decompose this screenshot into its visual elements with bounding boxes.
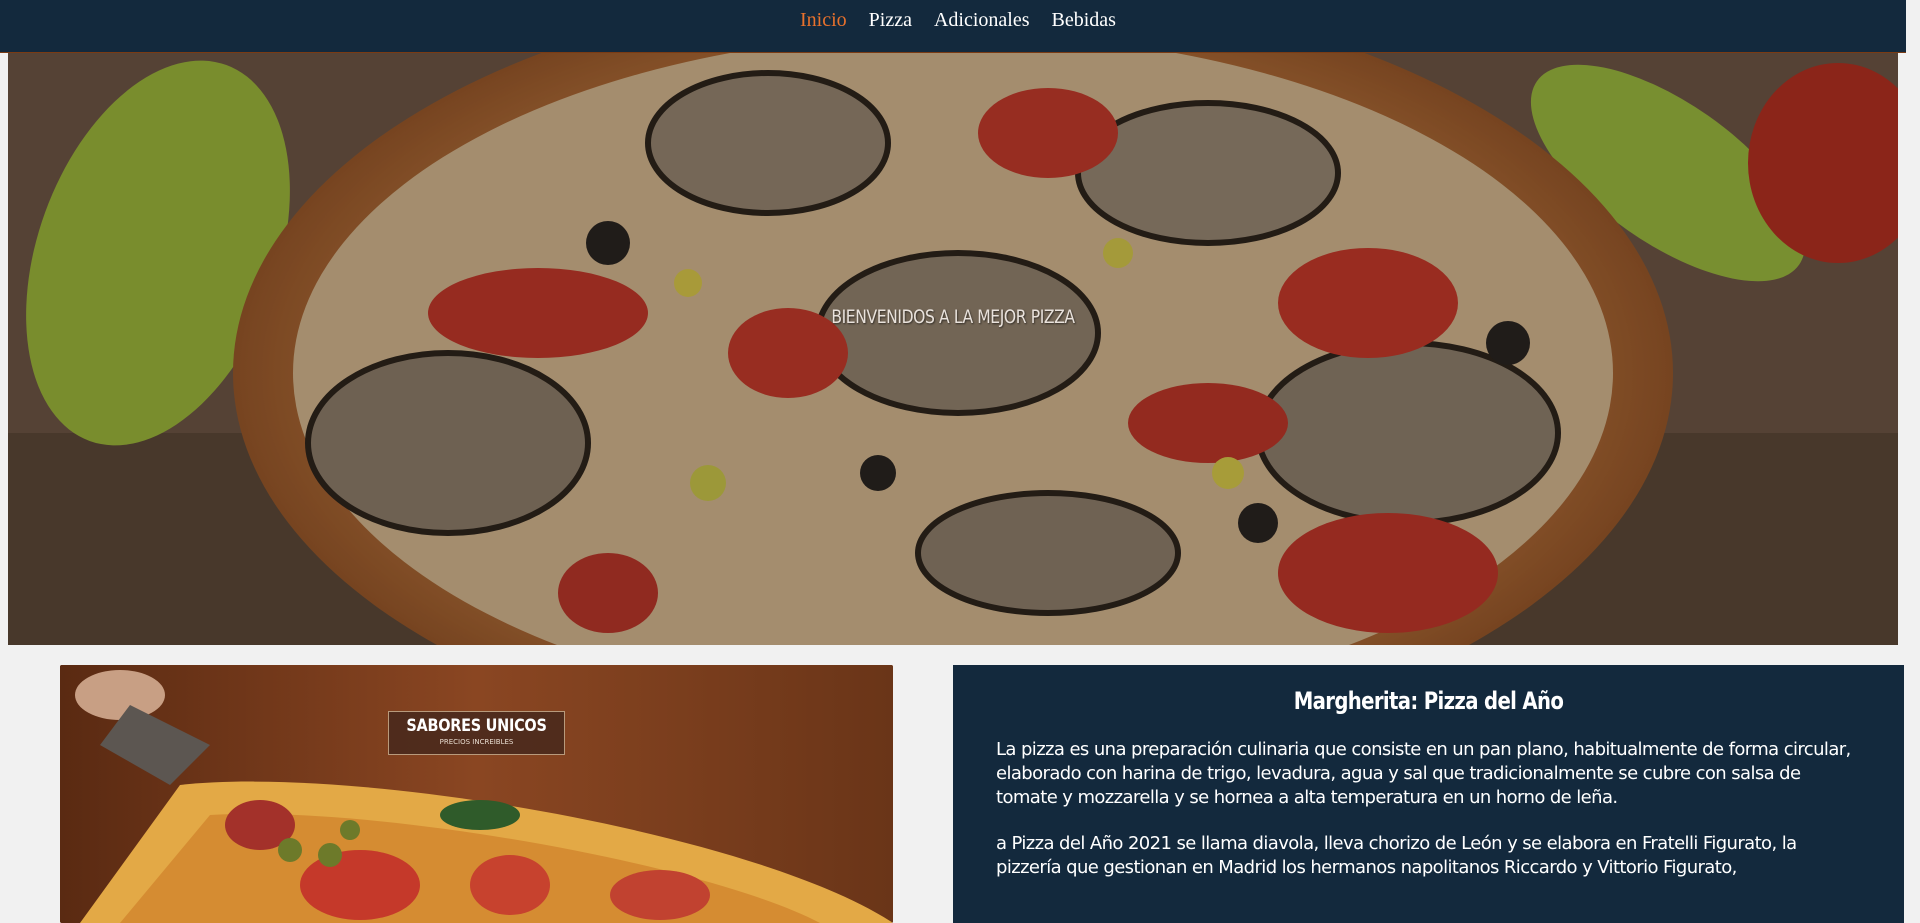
nav-item-inicio[interactable]: Inicio: [800, 8, 847, 32]
featured-pizza-description: La pizza es una preparación culinaria qu…: [996, 739, 1851, 808]
nav-item-adicionales[interactable]: Adicionales: [934, 8, 1030, 32]
featured-pizza-card: Margherita: Pizza del Año La pizza es un…: [953, 665, 1904, 923]
promo-label: SABORES UNICOS PRECIOS INCREIBLES: [388, 711, 565, 755]
promo-subtitle: PRECIOS INCREIBLES: [439, 738, 514, 746]
nav-item-pizza[interactable]: Pizza: [869, 8, 912, 32]
nav-menu: Inicio Pizza Adicionales Bebidas: [800, 8, 1138, 32]
promo-card: SABORES UNICOS PRECIOS INCREIBLES: [60, 665, 893, 923]
hero-banner: BIENVENIDOS A LA MEJOR PIZZA: [8, 53, 1898, 645]
hero-title: BIENVENIDOS A LA MEJOR PIZZA: [831, 306, 1075, 328]
hero-pizza-image: [8, 53, 1898, 645]
promo-title: SABORES UNICOS: [406, 716, 547, 736]
featured-pizza-title: Margherita: Pizza del Año: [1293, 687, 1564, 715]
featured-pizza-award-text: a Pizza del Año 2021 se llama diavola, l…: [996, 833, 1797, 878]
promo-pizza-image: [60, 665, 893, 923]
top-navbar: Inicio Pizza Adicionales Bebidas: [0, 0, 1906, 53]
nav-item-bebidas[interactable]: Bebidas: [1052, 8, 1116, 32]
